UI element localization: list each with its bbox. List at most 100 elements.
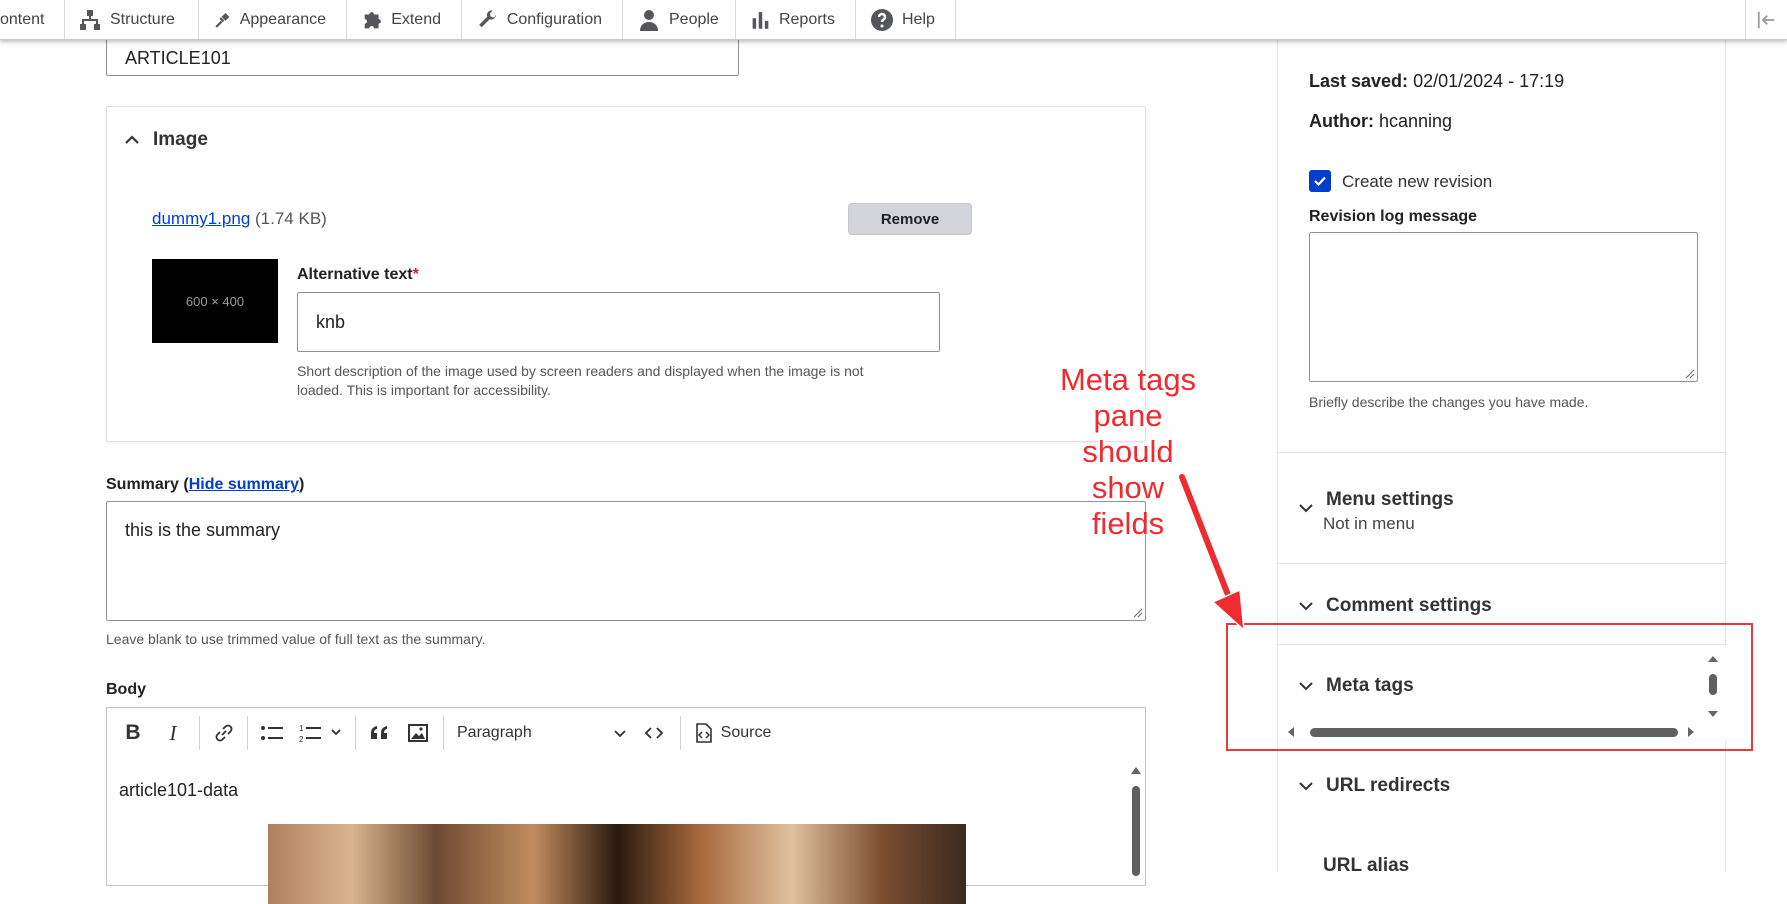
title-input-value: ARTICLE101: [125, 47, 231, 68]
image-field-card: Image dummy1.png (1.74 KB) Remove 600 × …: [106, 106, 1146, 442]
alt-text-value: knb: [316, 311, 346, 332]
annotation-line3: should: [1082, 434, 1174, 469]
menu-settings-summary: Not in menu: [1323, 514, 1415, 533]
toolbar-collapse-button[interactable]: [1745, 0, 1787, 39]
toolbar-appearance-label: Appearance: [239, 10, 326, 28]
comment-settings-title: Comment settings: [1326, 595, 1492, 616]
toolbar-separator: [680, 716, 681, 750]
numbered-list-button[interactable]: 12: [297, 720, 347, 746]
toolbar-reports[interactable]: Reports: [735, 0, 856, 39]
toolbar-content-label: ontent: [0, 10, 45, 28]
annotation-line2: pane: [1093, 398, 1163, 433]
file-size: (1.74 KB): [255, 209, 327, 228]
toolbar-appearance[interactable]: Appearance: [199, 0, 347, 39]
toolbar-separator: [199, 716, 200, 750]
comment-settings-toggle[interactable]: Comment settings: [1298, 595, 1492, 617]
image-thumbnail: 600 × 400: [152, 259, 278, 343]
italic-icon: I: [169, 720, 177, 745]
thumbnail-placeholder-text: 600 × 400: [185, 293, 245, 309]
alt-desc-line1: Short description of the image used by s…: [297, 363, 864, 379]
last-saved-label: Last saved:: [1309, 71, 1409, 91]
create-revision-label[interactable]: Create new revision: [1342, 172, 1492, 192]
last-saved: Last saved: 02/01/2024 - 17:19: [1309, 71, 1564, 92]
italic-button[interactable]: I: [159, 720, 187, 746]
hide-summary-link[interactable]: Hide summary: [189, 476, 299, 493]
sidebar-divider: [1278, 452, 1727, 453]
format-dropdown-value: Paragraph: [457, 724, 532, 741]
summary-description: Leave blank to use trimmed value of full…: [106, 631, 486, 647]
remove-button[interactable]: Remove: [848, 203, 972, 235]
editor-toolbar: B I 12 Paragraph Source: [106, 707, 1146, 757]
alt-text-label-text: Alternative text: [297, 266, 413, 283]
summary-textarea[interactable]: this is the summary: [106, 501, 1146, 621]
bulleted-list-button[interactable]: [255, 720, 289, 746]
toolbar-help[interactable]: Help: [856, 0, 956, 39]
source-button[interactable]: Source: [687, 720, 777, 746]
file-name-link[interactable]: dummy1.png: [152, 209, 250, 228]
url-redirects-title: URL redirects: [1326, 775, 1451, 796]
insert-image-button[interactable]: [401, 720, 435, 746]
annotation-line4: show: [1091, 470, 1165, 505]
revision-log-label: Revision log message: [1309, 208, 1478, 225]
toolbar-structure[interactable]: Structure: [64, 0, 199, 39]
annotation-text: Meta tags pane should show fields: [1044, 362, 1212, 542]
toolbar-configuration[interactable]: Configuration: [462, 0, 623, 39]
link-button[interactable]: [207, 720, 241, 746]
svg-text:2: 2: [299, 735, 304, 744]
image-icon: [408, 724, 428, 742]
chevron-down-icon: [1299, 782, 1313, 791]
toolbar-reports-label: Reports: [778, 10, 835, 28]
blockquote-button[interactable]: [363, 720, 397, 746]
source-label: Source: [720, 724, 772, 741]
author-value: hcanning: [1379, 111, 1453, 131]
toolbar-separator: [443, 716, 444, 750]
chevron-down-icon: [1299, 504, 1313, 513]
create-revision-checkbox[interactable]: [1309, 170, 1331, 192]
required-marker: *: [412, 266, 419, 283]
toolbar-separator: [247, 716, 248, 750]
summary-label: Summary (Hide summary): [106, 476, 304, 494]
body-content-text: article101-data: [119, 780, 239, 800]
chevron-up-icon: [125, 135, 139, 144]
sidebar-divider: [1278, 563, 1727, 564]
bold-button[interactable]: B: [119, 720, 147, 746]
resize-grip-icon[interactable]: [1133, 608, 1143, 618]
puzzle-icon: [364, 11, 381, 28]
toolbar-help-label: Help: [902, 10, 935, 28]
person-icon: [640, 9, 658, 31]
structure-icon: [80, 9, 100, 30]
image-card-toggle[interactable]: Image: [123, 129, 208, 151]
blockquote-icon: [371, 726, 387, 739]
wrench-icon: [479, 9, 496, 27]
menu-settings-toggle[interactable]: Menu settings: [1298, 484, 1454, 516]
url-alias-toggle[interactable]: URL alias: [1323, 855, 1409, 872]
toolbar-extend[interactable]: Extend: [347, 0, 462, 39]
body-editor[interactable]: article101-data: [106, 756, 1146, 904]
url-redirects-toggle[interactable]: URL redirects: [1298, 775, 1450, 797]
file-info: dummy1.png (1.74 KB): [152, 209, 327, 229]
heading-format-dropdown[interactable]: Paragraph: [457, 720, 627, 746]
bulleted-list-icon: [261, 726, 283, 740]
annotation-highlight-box: [1226, 623, 1753, 751]
help-icon: [871, 8, 893, 31]
numbered-list-icon: 12: [299, 724, 341, 744]
bold-icon: B: [125, 721, 141, 744]
url-alias-title: URL alias: [1323, 855, 1410, 872]
svg-text:1: 1: [299, 724, 304, 733]
code-button[interactable]: [637, 720, 671, 746]
author: Author: hcanning: [1309, 111, 1452, 132]
resize-grip-icon[interactable]: [1685, 369, 1695, 379]
alt-text-input[interactable]: knb: [297, 292, 940, 352]
annotation-line5: fields: [1091, 506, 1165, 541]
image-heading: Image: [153, 129, 208, 150]
toolbar-structure-label: Structure: [110, 10, 175, 28]
toolbar-people-label: People: [669, 10, 719, 28]
chevron-down-icon: [614, 730, 626, 738]
editor-scrollbar[interactable]: [1127, 756, 1145, 876]
bar-chart-icon: [752, 11, 769, 29]
revision-log-textarea[interactable]: [1309, 232, 1698, 382]
alt-text-description: Short description of the image used by s…: [297, 362, 977, 400]
checkmark-icon: [1314, 176, 1326, 187]
code-icon: [644, 727, 664, 739]
toolbar-content[interactable]: ontent: [0, 0, 66, 39]
